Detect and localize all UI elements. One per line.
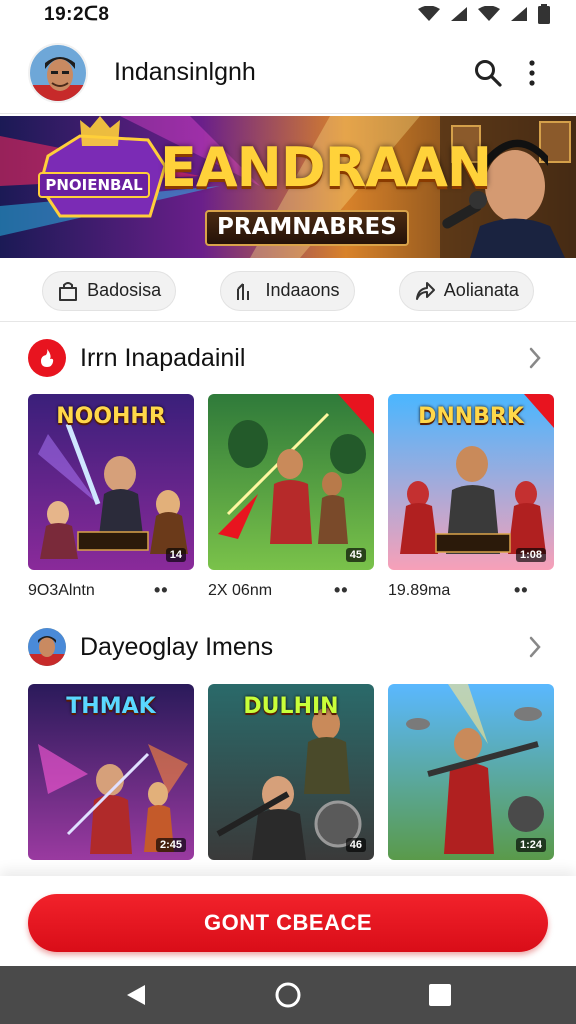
banner-headline: EANDRAAN	[160, 136, 492, 199]
status-bar: 19:2ᑕ8	[0, 0, 576, 28]
video-row-gameplay: THMAK 2:45 DULHIN 46 1:24	[0, 684, 576, 874]
status-icons	[418, 4, 550, 24]
signal-icon	[451, 7, 467, 21]
more-options-icon[interactable]: ••	[334, 580, 374, 601]
more-options-icon[interactable]: ••	[514, 580, 554, 601]
wifi-icon-2	[478, 6, 500, 21]
video-meta-text: 9О3Alntn	[28, 581, 95, 599]
app-bar: Indansinlgnh	[0, 32, 576, 114]
video-card[interactable]: THMAK 2:45	[28, 684, 194, 860]
video-meta: 2X 06nm ••	[208, 580, 374, 601]
promo-banner[interactable]: EANDRAAN PRAMNABRES PNOIENBAL	[0, 116, 576, 258]
video-card[interactable]: 45 2X 06nm ••	[208, 394, 374, 601]
banner-badge: PNOIENBAL	[38, 172, 150, 198]
back-triangle-icon	[127, 985, 145, 1005]
video-meta: 9О3Alntn ••	[28, 580, 194, 601]
recents-button[interactable]	[418, 973, 462, 1017]
video-meta-text: 19.89ma	[388, 581, 451, 599]
chip-aolianata[interactable]: Aolianata	[398, 270, 534, 311]
section-header-trending[interactable]: Irrn Inapadainil	[0, 333, 576, 383]
primary-cta-button[interactable]: GONT CBEACE	[28, 894, 548, 952]
section-title: Irrn Inapadainil	[80, 343, 246, 372]
chip-row: Badosisa Indaaons Aolianata	[0, 260, 576, 322]
chevron-right-icon[interactable]	[522, 634, 548, 660]
cta-container: GONT CBEACE	[0, 876, 576, 966]
video-thumbnail[interactable]: 45	[208, 394, 374, 570]
more-vert-icon	[529, 59, 535, 86]
back-button[interactable]	[114, 973, 158, 1017]
chip-badosisa[interactable]: Badosisa	[42, 270, 177, 311]
avatar-portrait-icon	[30, 44, 86, 101]
avatar[interactable]	[28, 42, 88, 103]
chip-label: Aolianata	[443, 280, 519, 300]
system-nav-bar	[0, 966, 576, 1024]
video-meta: 19.89ma ••	[388, 580, 554, 601]
video-thumbnail[interactable]: 1:24	[388, 684, 554, 860]
video-duration: 45	[345, 548, 366, 562]
video-thumbnail[interactable]: THMAK 2:45	[28, 684, 194, 860]
video-card[interactable]: DULHIN 46	[208, 684, 374, 860]
chevron-right-icon[interactable]	[522, 345, 548, 371]
search-icon	[475, 59, 502, 87]
wifi-icon	[418, 6, 440, 21]
thumbnail-title: DNNBRK	[418, 404, 524, 429]
share-icon	[415, 281, 435, 300]
app-title: Indansinlgnh	[114, 58, 256, 86]
chip-label: Indaaons	[265, 280, 340, 300]
thumbnail-title: THMAK	[66, 694, 156, 719]
bag-icon	[59, 281, 78, 301]
video-duration: 1:24	[515, 838, 546, 852]
more-options-icon[interactable]: ••	[154, 580, 194, 601]
chip-label: Badosisa	[87, 280, 162, 300]
video-duration: 2:45	[155, 838, 186, 852]
video-thumbnail[interactable]: DULHIN 46	[208, 684, 374, 860]
status-time: 19:2ᑕ8	[44, 3, 110, 25]
battery-icon	[538, 4, 550, 24]
video-thumbnail[interactable]: NOOHHR 14	[28, 394, 194, 570]
fire-icon	[28, 339, 66, 377]
video-row-trending: NOOHHR 14 9О3Alntn •• 45 2X 06nm •• DNNB…	[0, 394, 576, 606]
recents-square-icon	[429, 984, 451, 1006]
video-duration: 46	[345, 838, 366, 852]
bars-icon	[237, 282, 250, 300]
section-title: Dayeoglay Imens	[80, 632, 274, 661]
video-duration: 14	[165, 548, 186, 562]
search-button[interactable]	[466, 51, 510, 95]
user-icon	[28, 628, 66, 666]
video-thumbnail[interactable]: DNNBRK 1:08	[388, 394, 554, 570]
video-card[interactable]: DNNBRK 1:08 19.89ma ••	[388, 394, 554, 601]
thumbnail-title: DULHIN	[243, 694, 339, 719]
home-button[interactable]	[266, 973, 310, 1017]
video-card[interactable]: NOOHHR 14 9О3Alntn ••	[28, 394, 194, 601]
thumbnail-title: NOOHHR	[56, 404, 166, 429]
signal-icon-2	[511, 7, 527, 21]
more-options-button[interactable]	[510, 51, 554, 95]
video-meta-text: 2X 06nm	[208, 581, 273, 599]
video-duration: 1:08	[515, 548, 546, 562]
chip-indaaons[interactable]: Indaaons	[220, 270, 355, 311]
home-circle-icon	[275, 982, 301, 1008]
banner-subtitle: PRAMNABRES	[205, 210, 409, 246]
section-header-gameplay[interactable]: Dayeoglay Imens	[0, 622, 576, 672]
video-card[interactable]: 1:24	[388, 684, 554, 860]
